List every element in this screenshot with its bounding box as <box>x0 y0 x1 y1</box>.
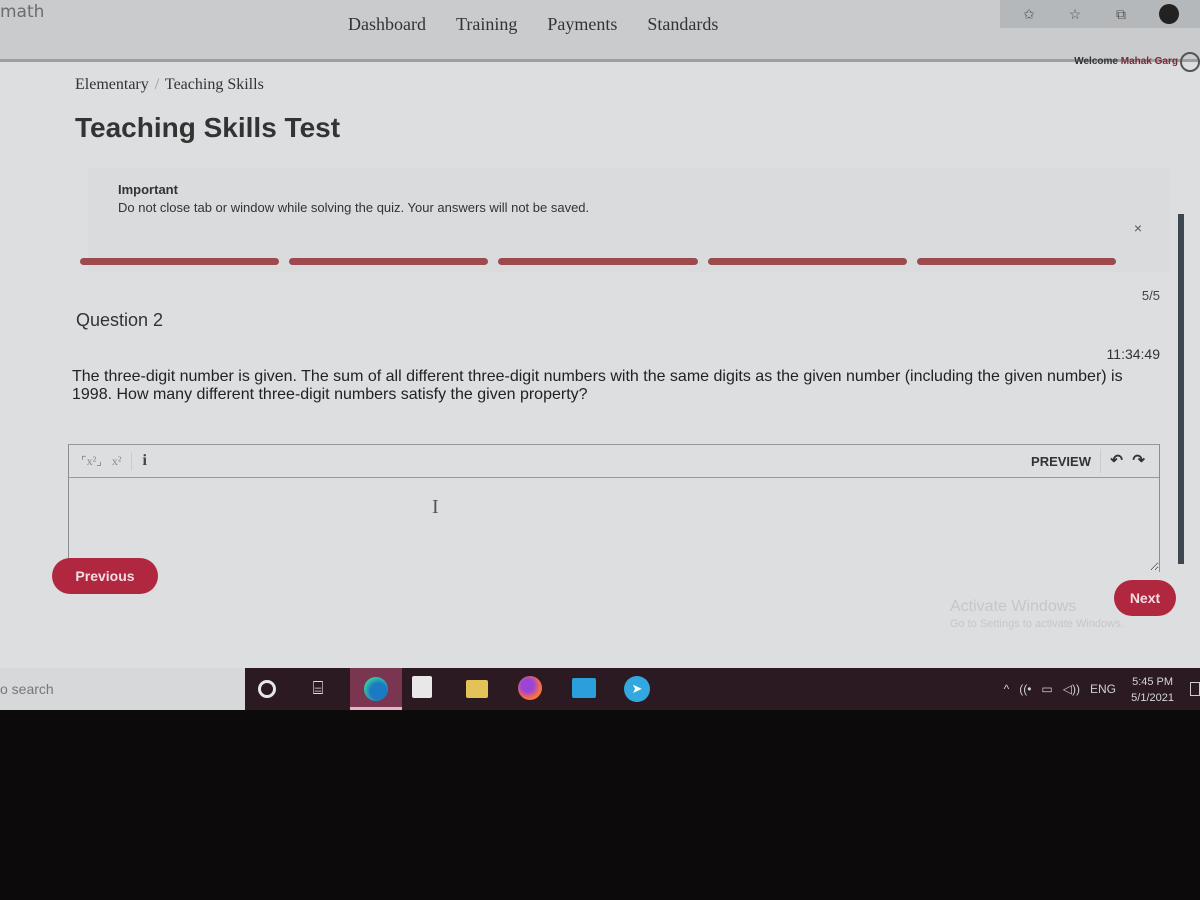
main-nav: Dashboard Training Payments Standards <box>348 14 718 35</box>
favorites-icon[interactable]: ☆ <box>1067 6 1083 22</box>
collections-icon[interactable]: ⧉ <box>1113 6 1129 22</box>
monitor-bezel <box>0 710 1200 900</box>
info-icon[interactable]: i <box>131 452 147 470</box>
progress-segment <box>80 258 280 265</box>
nav-standards[interactable]: Standards <box>647 14 718 35</box>
clock-date: 5/1/2021 <box>1131 692 1174 704</box>
tray-chevron-icon[interactable]: ^ <box>1004 682 1010 696</box>
question-text: The three-digit number is given. The sum… <box>72 368 1123 403</box>
brand-logo[interactable]: math <box>0 2 44 22</box>
answer-input[interactable] <box>69 479 1159 571</box>
firefox-icon[interactable] <box>518 676 542 700</box>
nav-dashboard[interactable]: Dashboard <box>348 14 426 35</box>
undo-icon[interactable]: ↶ <box>1110 451 1123 469</box>
watermark-line2: Go to Settings to activate Windows. <box>950 618 1124 630</box>
quiz-progress-bar <box>80 258 1117 265</box>
breadcrumb-teaching-skills: Teaching Skills <box>164 76 264 93</box>
taskbar-clock[interactable]: 5:45 PM 5/1/2021 <box>1131 674 1174 706</box>
battery-icon[interactable]: ▭ <box>1041 682 1052 696</box>
progress-segment <box>498 258 698 265</box>
clock-time: 5:45 PM <box>1132 676 1174 688</box>
page-title: Teaching Skills Test <box>75 112 341 143</box>
welcome-message: Welcome Mahak Garg <box>1074 56 1178 67</box>
nav-payments[interactable]: Payments <box>547 14 617 35</box>
watermark-line1: Activate Windows <box>950 598 1077 615</box>
browser-screen: math Dashboard Training Payments Standar… <box>0 0 1200 668</box>
profile-icon[interactable] <box>1159 4 1179 24</box>
preview-button[interactable]: PREVIEW <box>1031 454 1091 469</box>
microsoft-store-icon[interactable] <box>412 676 432 698</box>
previous-button[interactable]: Previous <box>52 558 158 594</box>
answer-editor: ⌜x²⌟ x² i PREVIEW ↶ ↷ <box>68 444 1160 572</box>
progress-count: 5/5 <box>1141 288 1160 303</box>
quiz-timer: 11:34:49 <box>1106 346 1160 362</box>
activate-windows-watermark: Activate Windows Go to Settings to activ… <box>950 598 1124 630</box>
volume-icon[interactable]: ◁)) <box>1063 682 1080 696</box>
matrix-subscript-button[interactable]: ⌜x²⌟ <box>81 454 102 469</box>
welcome-prefix: Welcome <box>1074 56 1118 67</box>
alert-title: Important <box>118 182 178 197</box>
user-avatar-icon[interactable] <box>1180 52 1200 72</box>
taskbar-search-box[interactable]: o search <box>0 668 245 710</box>
extension-icon[interactable]: ✩ <box>1021 6 1037 22</box>
top-navigation-bar: math Dashboard Training Payments Standar… <box>0 0 1200 62</box>
cortana-icon[interactable] <box>258 680 276 698</box>
notification-center-icon[interactable] <box>1190 682 1200 696</box>
progress-segment <box>707 258 907 265</box>
edge-browser-icon <box>364 677 388 701</box>
next-button[interactable]: Next <box>1114 580 1176 616</box>
taskbar-edge-active[interactable] <box>350 668 402 710</box>
editor-toolbar: ⌜x²⌟ x² i PREVIEW ↶ ↷ <box>69 444 1159 478</box>
language-indicator[interactable]: ENG <box>1090 682 1116 696</box>
toolbar-divider <box>1100 449 1101 473</box>
important-alert: Important Do not close tab or window whi… <box>88 168 1170 272</box>
progress-segment <box>916 258 1117 265</box>
windows-taskbar: o search ⌸ ➤ ^ ((• ▭ ◁)) ENG 5:45 PM 5/1… <box>0 668 1200 710</box>
question-label: Question 2 <box>76 310 164 330</box>
browser-toolbar-icons: ✩ ☆ ⧉ <box>1000 0 1200 28</box>
page-scrollbar[interactable] <box>1178 214 1184 564</box>
breadcrumb: Elementary / Teaching Skills <box>75 76 264 94</box>
alert-text: Do not close tab or window while solving… <box>118 200 590 215</box>
text-cursor-icon: I <box>432 496 439 518</box>
file-explorer-icon[interactable] <box>466 680 488 698</box>
user-name[interactable]: Mahak Garg <box>1121 56 1178 67</box>
superscript-button[interactable]: x² <box>112 454 122 469</box>
task-view-icon[interactable]: ⌸ <box>306 676 330 700</box>
telegram-icon[interactable]: ➤ <box>624 676 650 702</box>
wifi-icon[interactable]: ((• <box>1019 682 1031 696</box>
mail-icon[interactable] <box>572 678 596 698</box>
progress-segment <box>289 258 489 265</box>
nav-training[interactable]: Training <box>456 14 517 35</box>
close-icon[interactable]: × <box>1134 220 1142 236</box>
breadcrumb-elementary[interactable]: Elementary <box>75 76 149 93</box>
redo-icon[interactable]: ↷ <box>1132 451 1145 469</box>
breadcrumb-separator: / <box>154 76 160 93</box>
system-tray: ^ ((• ▭ ◁)) ENG <box>1004 682 1116 696</box>
